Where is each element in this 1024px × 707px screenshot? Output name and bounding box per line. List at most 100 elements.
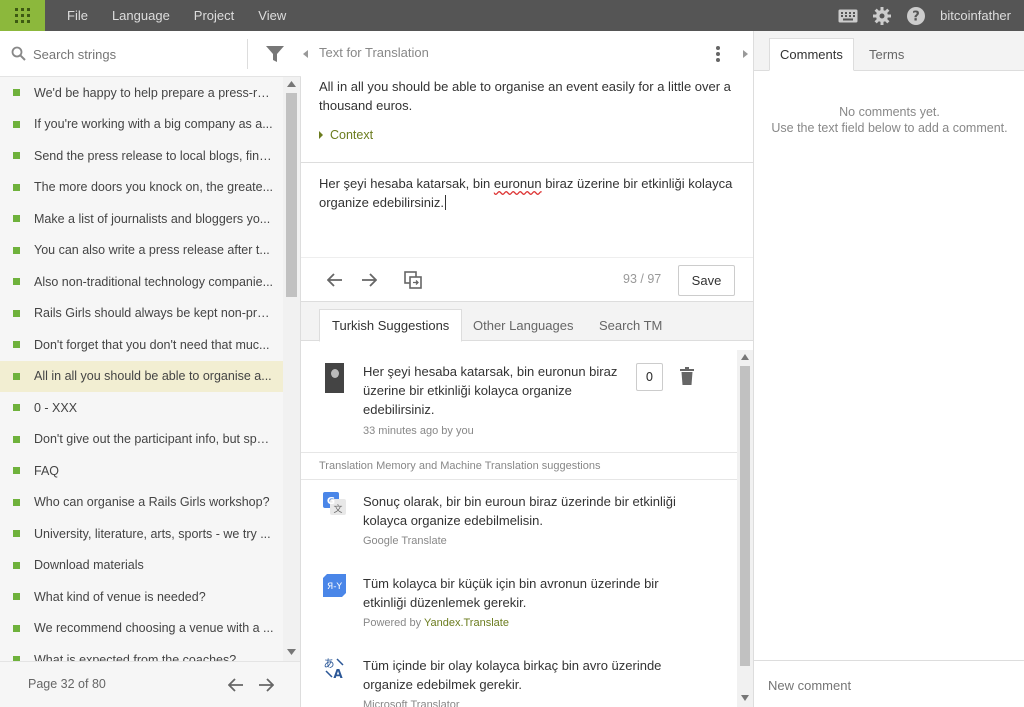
list-item[interactable]: We'd be happy to help prepare a press-re…	[0, 77, 283, 109]
list-item[interactable]: 0 - XXX	[0, 392, 283, 424]
list-item[interactable]: What kind of venue is needed?	[0, 581, 283, 613]
menu-project[interactable]: Project	[182, 8, 246, 23]
save-button[interactable]: Save	[678, 265, 735, 296]
list-item[interactable]: Send the press release to local blogs, f…	[0, 140, 283, 172]
translated-status-icon	[13, 467, 20, 475]
comments-panel: Comments Terms No comments yet. Use the …	[753, 31, 1024, 707]
copy-source-icon[interactable]	[404, 271, 422, 289]
list-item[interactable]: We recommend choosing a venue with a ...	[0, 613, 283, 645]
apps-grid-button[interactable]	[0, 0, 45, 31]
list-item[interactable]: FAQ	[0, 455, 283, 487]
yandex-link[interactable]: Yandex.Translate	[424, 617, 509, 629]
avatar	[325, 363, 344, 393]
scroll-up-icon[interactable]	[741, 354, 749, 360]
misspelled-word: euronun	[493, 176, 542, 191]
scroll-down-icon[interactable]	[741, 695, 749, 701]
source-header: Text for Translation	[301, 31, 753, 71]
previous-page-arrow-icon[interactable]	[228, 678, 244, 692]
mt-suggestion[interactable]: Tüm içinde bir olay kolayca birkaç bin a…	[363, 656, 703, 707]
text-cursor	[445, 195, 447, 210]
list-item[interactable]: If you're working with a big company as …	[0, 109, 283, 141]
new-comment-input[interactable]	[768, 675, 1008, 695]
next-string-arrow-icon[interactable]	[361, 273, 377, 287]
search-bar	[0, 31, 301, 77]
list-item[interactable]: University, literature, arts, sports - w…	[0, 518, 283, 550]
grid-icon	[15, 8, 30, 23]
list-item[interactable]: You can also write a press release after…	[0, 235, 283, 267]
translated-status-icon	[13, 183, 20, 191]
filter-icon[interactable]	[266, 46, 284, 63]
menu-file[interactable]: File	[55, 8, 100, 23]
trash-icon[interactable]	[680, 367, 694, 385]
expand-triangle-icon	[319, 131, 323, 139]
mt-suggestion[interactable]: Sonuç olarak, bir bin euroun biraz üzeri…	[363, 492, 703, 551]
right-tabs: Comments Terms	[754, 31, 1024, 71]
strings-panel: We'd be happy to help prepare a press-re…	[0, 31, 301, 707]
menu-view[interactable]: View	[246, 8, 298, 23]
translated-status-icon	[13, 435, 20, 443]
collapse-right-icon[interactable]	[743, 50, 748, 58]
svg-text:?: ?	[912, 9, 920, 24]
tab-turkish-suggestions[interactable]: Turkish Suggestions	[319, 309, 463, 342]
scroll-up-icon[interactable]	[287, 81, 296, 87]
mt-suggestion[interactable]: Tüm kolayca bir küçük için bin avronun ü…	[363, 574, 703, 633]
list-item-selected[interactable]: All in all you should be able to organis…	[0, 360, 283, 392]
own-suggestion[interactable]: Her şeyi hesaba katarsak, bin euronun bi…	[363, 362, 623, 441]
list-item[interactable]: What is expected from the coaches?	[0, 644, 283, 661]
more-options-icon[interactable]	[716, 46, 720, 62]
suggestions-scrollbar-thumb[interactable]	[740, 366, 750, 666]
list-item[interactable]: The more doors you knock on, the greate.…	[0, 172, 283, 204]
new-comment-area	[754, 660, 1024, 707]
list-item[interactable]: Don't give out the participant info, but…	[0, 424, 283, 456]
source-text: All in all you should be able to organis…	[319, 79, 731, 113]
translated-status-icon	[13, 498, 20, 506]
translated-status-icon	[13, 561, 20, 569]
mt-suggestion-text: Sonuç olarak, bir bin euroun biraz üzeri…	[363, 494, 676, 528]
translated-status-icon	[13, 120, 20, 128]
search-input[interactable]	[33, 43, 243, 65]
translated-status-icon	[13, 215, 20, 223]
strings-list: We'd be happy to help prepare a press-re…	[0, 77, 283, 661]
translated-status-icon	[13, 89, 20, 97]
keyboard-icon[interactable]	[838, 9, 858, 23]
search-separator	[247, 39, 248, 69]
mt-suggestion-text: Tüm kolayca bir küçük için bin avronun ü…	[363, 576, 659, 610]
list-item[interactable]: Download materials	[0, 550, 283, 582]
strings-scrollbar[interactable]	[283, 77, 300, 661]
list-item[interactable]: Make a list of journalists and bloggers …	[0, 203, 283, 235]
list-item[interactable]: Don't forget that you don't need that mu…	[0, 329, 283, 361]
mt-source-label: Microsoft Translator	[363, 699, 460, 707]
translation-textarea[interactable]: Her şeyi hesaba katarsak, bin euronun bi…	[319, 174, 734, 212]
list-item[interactable]: Who can organise a Rails Girls workshop?	[0, 487, 283, 519]
suggestions-scrollbar[interactable]	[737, 350, 753, 707]
microsoft-translator-icon: あA	[324, 657, 344, 679]
previous-string-arrow-icon[interactable]	[327, 273, 343, 287]
settings-gear-icon[interactable]	[872, 6, 892, 26]
context-toggle[interactable]: Context	[319, 128, 373, 142]
menu-language[interactable]: Language	[100, 8, 182, 23]
main-menu: File Language Project View	[55, 0, 298, 31]
mt-suggestion-text: Tüm içinde bir olay kolayca birkaç bin a…	[363, 658, 662, 692]
translated-status-icon	[13, 404, 20, 412]
mt-source-label: Google Translate	[363, 535, 447, 547]
username-menu[interactable]: bitcoinfather	[940, 8, 1011, 23]
next-page-arrow-icon[interactable]	[258, 678, 274, 692]
tab-comments[interactable]: Comments	[769, 38, 854, 71]
scroll-down-icon[interactable]	[287, 649, 296, 655]
vote-count[interactable]: 0	[636, 363, 663, 391]
collapse-left-icon[interactable]	[303, 50, 308, 58]
tab-terms[interactable]: Terms	[859, 38, 914, 71]
page-indicator: Page 32 of 80	[28, 677, 106, 691]
list-item[interactable]: Rails Girls should always be kept non-pr…	[0, 298, 283, 330]
source-divider	[301, 162, 753, 163]
suggestion-tabs: Turkish Suggestions Other Languages Sear…	[301, 301, 753, 342]
translated-status-icon	[13, 530, 20, 538]
tab-other-languages[interactable]: Other Languages	[461, 309, 585, 342]
translated-status-icon	[13, 624, 20, 632]
help-icon[interactable]: ?	[906, 6, 926, 26]
top-right-tools: ? bitcoinfather	[838, 0, 1024, 31]
list-item[interactable]: Also non-traditional technology companie…	[0, 266, 283, 298]
strings-scrollbar-thumb[interactable]	[286, 93, 297, 297]
tab-search-tm[interactable]: Search TM	[587, 309, 674, 342]
own-suggestion-meta: 33 minutes ago by you	[363, 425, 474, 437]
